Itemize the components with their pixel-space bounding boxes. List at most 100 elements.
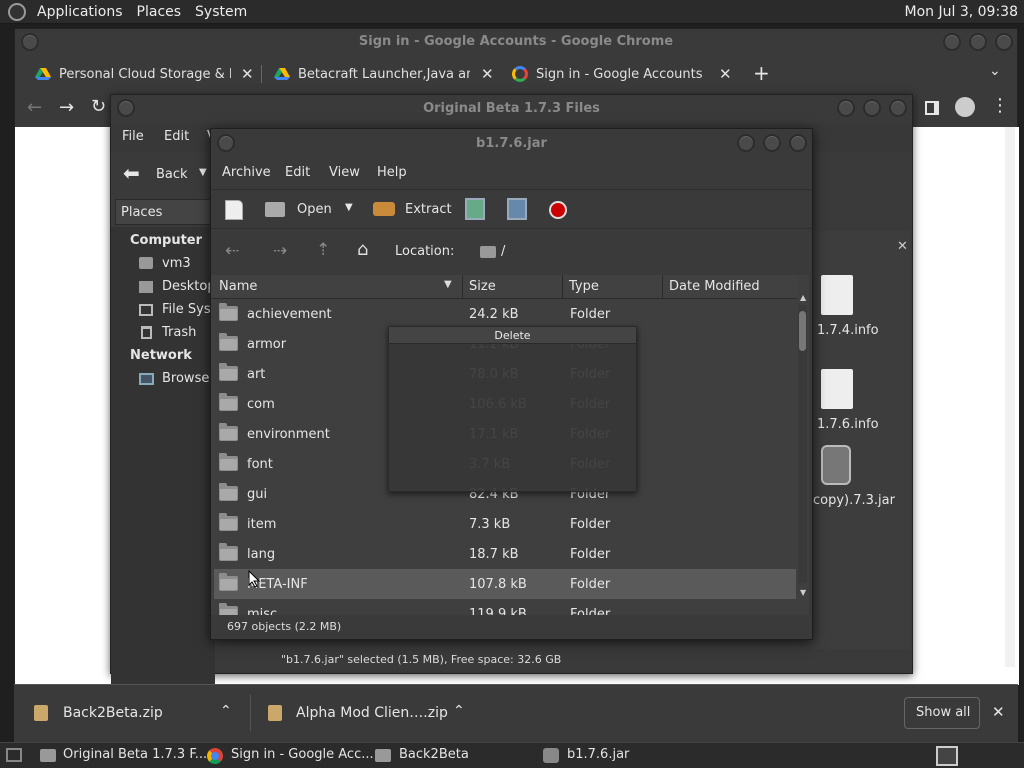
open-button[interactable]: Open — [297, 202, 332, 217]
tab-drive-1[interactable]: Personal Cloud Storage & File — [35, 59, 231, 89]
menu-edit[interactable]: Edit — [164, 129, 189, 144]
archive-row[interactable]: lang 18.7 kB Folder — [214, 539, 796, 569]
menu-applications[interactable]: Applications — [30, 4, 130, 20]
workspace-switcher-icon[interactable] — [936, 746, 958, 766]
delete-label: Delete — [494, 329, 531, 342]
taskbar-item-chrome[interactable]: Sign in - Google Acc... — [231, 747, 374, 762]
scroll-thumb[interactable] — [799, 311, 806, 351]
scroll-up-icon[interactable]: ▲ — [800, 293, 806, 302]
download-chevron-icon[interactable]: ⌃ — [453, 703, 465, 719]
add-folder-icon[interactable] — [507, 198, 527, 220]
add-files-icon[interactable] — [465, 198, 485, 220]
more-menu-icon[interactable]: ⋮ — [991, 95, 1009, 116]
archive-row[interactable]: misc 119.9 kB Folder — [214, 599, 796, 615]
folder-icon — [219, 303, 238, 321]
clock[interactable]: Mon Jul 3, 09:38 — [905, 4, 1018, 20]
forward-nav-icon[interactable]: ⇢ — [273, 241, 287, 261]
open-archive-icon[interactable] — [265, 202, 285, 217]
taskbar-item-file-manager[interactable]: Original Beta 1.7.3 F... — [63, 747, 207, 762]
places-selector[interactable]: Places — [115, 199, 213, 225]
sidebar-item-desktop[interactable]: Desktop — [162, 279, 216, 294]
column-date-modified[interactable]: Date Modified — [663, 275, 797, 299]
up-nav-icon[interactable]: ⇡ — [316, 240, 330, 260]
tab-google-signin[interactable]: Sign in - Google Accounts — [512, 59, 712, 89]
menu-edit[interactable]: Edit — [285, 165, 310, 180]
column-size[interactable]: Size — [463, 275, 563, 299]
row-type: Folder — [570, 307, 611, 322]
archive-row[interactable]: META-INF 107.8 kB Folder — [214, 569, 796, 599]
show-desktop-icon[interactable] — [6, 748, 22, 762]
tab-close-icon[interactable]: ✕ — [481, 65, 494, 83]
file-icon[interactable] — [821, 369, 853, 409]
sidebar-item-vm3[interactable]: vm3 — [162, 256, 191, 271]
reload-icon[interactable]: ↻ — [91, 96, 106, 117]
sidebar-item-trash[interactable]: Trash — [162, 325, 196, 340]
back-arrow-icon: ⬅ — [123, 161, 140, 185]
tab-drive-2[interactable]: Betacraft Launcher,Java and v — [274, 59, 470, 89]
file-name[interactable]: 1.7.4.info — [817, 323, 879, 338]
tab-search-chevron-icon[interactable]: ⌄ — [989, 63, 1001, 79]
sidebar-toggle-icon[interactable] — [925, 101, 939, 115]
minimize-button[interactable] — [837, 99, 855, 117]
places-label: Places — [121, 205, 163, 220]
back-nav-icon[interactable]: ⇠ — [225, 241, 239, 261]
open-dropdown-icon[interactable]: ▼ — [345, 202, 353, 213]
taskbar-item-back2beta[interactable]: Back2Beta — [399, 747, 469, 762]
forward-arrow-icon[interactable]: → — [59, 97, 74, 118]
close-button[interactable] — [789, 134, 807, 152]
window-menu-button[interactable] — [217, 134, 235, 152]
extract-icon[interactable] — [373, 202, 395, 216]
scroll-down-icon[interactable]: ▼ — [800, 588, 806, 597]
back-arrow-icon[interactable]: ← — [27, 97, 42, 118]
close-button[interactable] — [889, 99, 907, 117]
close-pane-icon[interactable]: ✕ — [897, 239, 908, 254]
sidebar-item-filesystem[interactable]: File Syst — [162, 302, 216, 317]
maximize-button[interactable] — [863, 99, 881, 117]
back-button[interactable]: Back — [156, 167, 188, 182]
menu-archive[interactable]: Archive — [222, 165, 271, 180]
list-scrollbar[interactable] — [798, 305, 807, 583]
maximize-button[interactable] — [969, 33, 987, 51]
profile-avatar-icon[interactable] — [955, 97, 975, 117]
show-all-button[interactable]: Show all — [904, 697, 980, 729]
file-name[interactable]: 1.7.6.info — [817, 417, 879, 432]
taskbar-item-archive[interactable]: b1.7.6.jar — [567, 747, 629, 762]
window-menu-button[interactable] — [117, 99, 135, 117]
jar-file-icon[interactable] — [821, 445, 851, 485]
menu-system[interactable]: System — [188, 4, 254, 20]
archive-row[interactable]: item 7.3 kB Folder — [214, 509, 796, 539]
file-icon[interactable] — [821, 275, 853, 315]
folder-icon — [219, 483, 238, 501]
menu-places[interactable]: Places — [130, 4, 189, 20]
menu-view[interactable]: View — [329, 165, 360, 180]
home-icon[interactable]: ⌂ — [357, 239, 368, 260]
minimize-button[interactable] — [943, 33, 961, 51]
column-name[interactable]: Name — [211, 275, 463, 299]
tab-close-icon[interactable]: ✕ — [241, 65, 254, 83]
new-archive-icon[interactable] — [225, 200, 243, 220]
menu-help[interactable]: Help — [377, 165, 407, 180]
maximize-button[interactable] — [763, 134, 781, 152]
context-menu-delete[interactable]: Delete — [389, 327, 636, 344]
stop-icon[interactable] — [549, 201, 567, 219]
location-value[interactable]: / — [501, 244, 505, 259]
file-name[interactable]: copy).7.3.jar — [813, 493, 895, 508]
row-name: art — [247, 367, 266, 382]
window-menu-button[interactable] — [21, 33, 39, 51]
new-tab-button[interactable]: + — [753, 61, 770, 85]
back-dropdown-icon[interactable]: ▼ — [199, 167, 207, 178]
menu-file[interactable]: File — [122, 129, 144, 144]
download-chevron-icon[interactable]: ⌃ — [220, 703, 232, 719]
download-name[interactable]: Alpha Mod Clien….zip — [296, 705, 448, 721]
column-type[interactable]: Type — [563, 275, 663, 299]
download-name[interactable]: Back2Beta.zip — [63, 705, 163, 721]
close-downloads-icon[interactable]: ✕ — [992, 703, 1005, 721]
page-scrollbar[interactable] — [1005, 127, 1015, 667]
archive-row[interactable]: achievement 24.2 kB Folder — [214, 299, 796, 329]
extract-button[interactable]: Extract — [405, 202, 452, 217]
folder-icon — [219, 363, 238, 381]
close-button[interactable] — [995, 33, 1013, 51]
tab-close-icon[interactable]: ✕ — [719, 65, 732, 83]
system-logo-icon[interactable] — [8, 2, 26, 21]
minimize-button[interactable] — [737, 134, 755, 152]
